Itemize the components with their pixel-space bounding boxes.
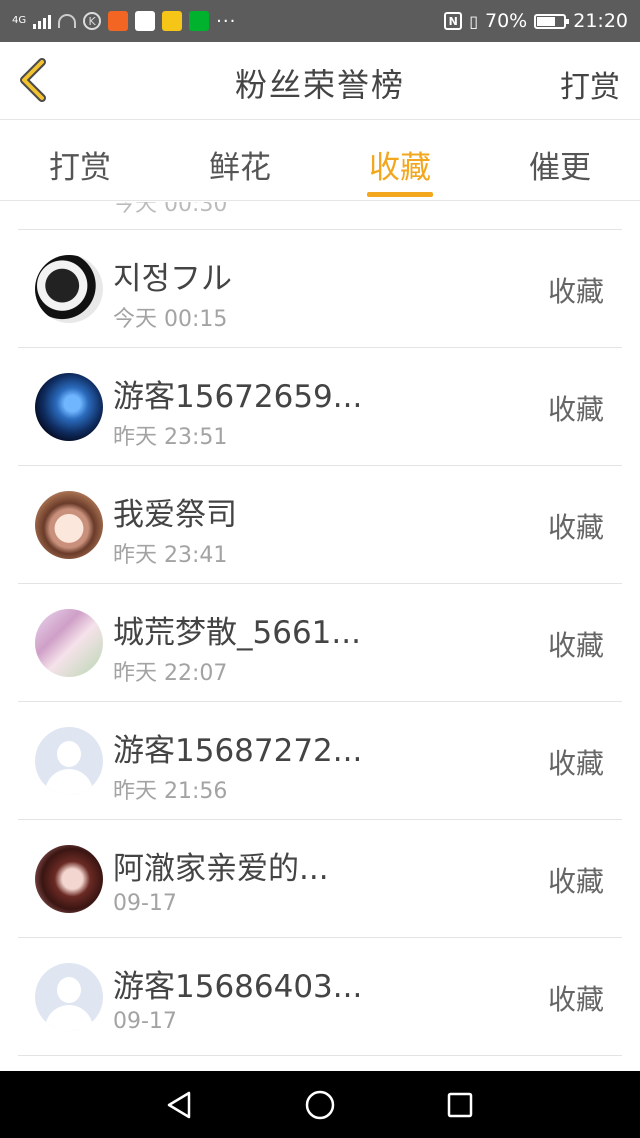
user-name: 游客15672659... — [113, 379, 363, 415]
list-item[interactable]: 城荒梦散_5661... 昨天 22:07 收藏 — [18, 584, 622, 702]
nav-recents-button[interactable] — [440, 1085, 480, 1125]
list-item[interactable]: 지정フル 今天 00:15 收藏 — [18, 230, 622, 348]
status-right: N ▯ 70% 21:20 — [444, 10, 628, 32]
video-app-icon — [108, 11, 129, 31]
avatar — [35, 491, 103, 559]
page-title: 粉丝荣誉榜 — [234, 66, 405, 104]
battery-percent: 70% — [485, 10, 528, 32]
list-item[interactable]: 游客15686403... 09-17 收藏 — [18, 938, 622, 1056]
circle-home-icon — [305, 1090, 335, 1119]
avatar — [35, 255, 103, 323]
user-name: 游客15686403... — [113, 969, 363, 1005]
favorite-label: 收藏 — [547, 983, 604, 1016]
default-avatar-icon — [35, 727, 103, 795]
list-item-partial: 今天 00:30 — [18, 202, 622, 230]
partial-item-text: 今天 00:30 — [113, 202, 228, 217]
timestamp: 09-17 — [113, 1009, 177, 1034]
user-name: 游客15687272... — [113, 733, 363, 769]
default-avatar-icon — [35, 963, 103, 1031]
fan-list[interactable]: 今天 00:30 지정フル 今天 00:15 收藏 游客15672659... … — [18, 202, 622, 1070]
signal-icon — [33, 13, 52, 29]
browser-app-icon — [135, 11, 156, 31]
avatar — [35, 609, 103, 677]
battery-icon — [534, 13, 570, 29]
user-name: 지정フル — [113, 261, 233, 297]
timestamp: 昨天 23:51 — [113, 425, 228, 450]
list-item[interactable]: 游客15687272... 昨天 21:56 收藏 — [18, 702, 622, 820]
reader-app-icon — [162, 11, 183, 31]
timestamp: 昨天 22:07 — [113, 661, 228, 686]
timestamp: 昨天 23:41 — [113, 543, 228, 568]
favorite-label: 收藏 — [547, 865, 604, 898]
active-tab-indicator — [367, 192, 433, 197]
nav-home-button[interactable] — [300, 1085, 340, 1125]
user-name: 我爱祭司 — [113, 497, 237, 533]
more-notifications-icon: ··· — [216, 10, 237, 32]
nav-back-button[interactable] — [160, 1085, 200, 1125]
favorite-label: 收藏 — [547, 747, 604, 780]
tab-flowers[interactable]: 鲜花 — [160, 121, 320, 200]
favorite-label: 收藏 — [547, 511, 604, 544]
tab-reward[interactable]: 打赏 — [0, 121, 160, 200]
tab-label: 催更 — [529, 150, 591, 186]
tab-label: 打赏 — [49, 150, 111, 186]
list-item[interactable]: 阿澈家亲爱的... 09-17 收藏 — [18, 820, 622, 938]
status-left: 4G K ··· — [12, 11, 236, 32]
timestamp: 今天 00:15 — [113, 307, 228, 332]
vibrate-icon: ▯ — [469, 11, 478, 31]
title-bar: 粉丝荣誉榜 打赏 — [0, 42, 640, 120]
favorite-label: 收藏 — [547, 275, 604, 308]
k-app-icon: K — [83, 12, 102, 30]
status-bar: 4G K ··· N ▯ 70% 21:20 — [0, 0, 640, 42]
timestamp: 09-17 — [113, 891, 177, 916]
tab-urge-update[interactable]: 催更 — [480, 121, 640, 200]
system-nav-bar — [0, 1071, 640, 1138]
tab-bar: 打赏 鲜花 收藏 催更 — [0, 121, 640, 201]
list-item[interactable]: 游客15672659... 昨天 23:51 收藏 — [18, 348, 622, 466]
wifi-icon — [58, 14, 77, 28]
avatar — [35, 845, 103, 913]
battery-level — [537, 16, 556, 26]
favorite-label: 收藏 — [547, 393, 604, 426]
tab-label: 鲜花 — [209, 150, 271, 186]
user-name: 城荒梦散_5661... — [113, 615, 361, 651]
iqiyi-app-icon — [189, 11, 210, 31]
user-name: 阿澈家亲爱的... — [113, 851, 329, 887]
square-recents-icon — [447, 1092, 473, 1117]
tab-label: 收藏 — [369, 150, 431, 186]
avatar — [35, 373, 103, 441]
nfc-icon: N — [444, 12, 463, 30]
tab-favorites[interactable]: 收藏 — [320, 121, 480, 200]
network-type: 4G — [12, 15, 27, 26]
list-item[interactable]: 我爱祭司 昨天 23:41 收藏 — [18, 466, 622, 584]
favorite-label: 收藏 — [547, 629, 604, 662]
reward-button[interactable]: 打赏 — [560, 62, 620, 106]
triangle-back-icon — [167, 1091, 191, 1118]
timestamp: 昨天 21:56 — [113, 779, 228, 804]
clock: 21:20 — [573, 10, 628, 32]
